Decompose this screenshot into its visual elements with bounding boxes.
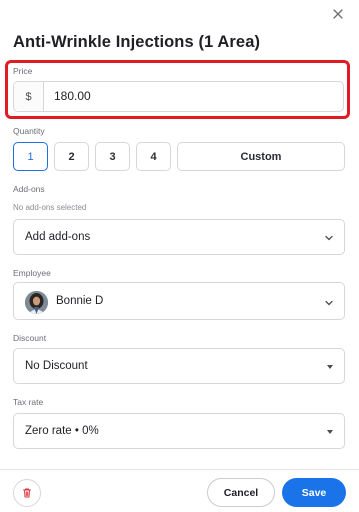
quantity-option-1[interactable]: 1 [13,142,48,171]
quantity-custom-button[interactable]: Custom [177,142,345,171]
chevron-down-icon [325,235,333,241]
footer-divider [0,469,359,470]
quantity-option-4[interactable]: 4 [136,142,171,171]
tax-rate-value: Zero rate • 0% [25,425,99,437]
dropdown-arrow-icon [327,365,333,369]
tax-rate-label: Tax rate [13,397,44,407]
cancel-button[interactable]: Cancel [207,478,275,507]
discount-label: Discount [13,333,47,343]
quantity-option-3[interactable]: 3 [95,142,130,171]
add-addons-label: Add add-ons [25,231,91,243]
quantity-label: Quantity [13,126,45,136]
discount-select[interactable]: No Discount [13,348,345,384]
close-icon[interactable] [330,6,346,22]
discount-value: No Discount [25,360,88,372]
addons-status: No add-ons selected [13,203,87,212]
employee-name: Bonnie D [56,295,104,307]
price-field[interactable]: $ 180.00 [13,81,344,112]
dialog-title: Anti-Wrinkle Injections (1 Area) [13,33,261,51]
add-addons-dropdown[interactable]: Add add-ons [13,219,345,255]
delete-button[interactable] [13,479,41,507]
quantity-option-2[interactable]: 2 [54,142,89,171]
price-input[interactable]: 180.00 [54,82,91,111]
chevron-down-icon [325,300,333,306]
employee-label: Employee [13,268,51,278]
save-button[interactable]: Save [282,478,346,507]
employee-avatar [25,291,48,314]
trash-icon [23,488,31,498]
dropdown-arrow-icon [327,430,333,434]
employee-select[interactable]: Bonnie D [13,282,345,320]
tax-rate-select[interactable]: Zero rate • 0% [13,413,345,449]
addons-label: Add-ons [13,184,45,194]
currency-prefix: $ [14,82,44,111]
price-label: Price [13,66,33,76]
